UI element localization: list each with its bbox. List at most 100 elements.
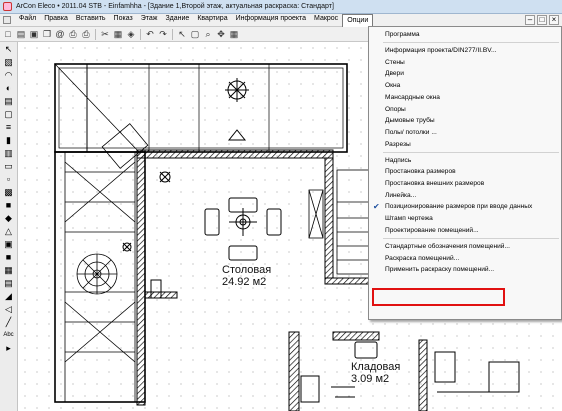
section-tool-icon[interactable]: ▩ (2, 187, 15, 198)
menu-item-label: Стены (385, 58, 405, 66)
open-icon[interactable]: ▤ (15, 28, 27, 40)
room-area: 3.09 м2 (351, 373, 390, 385)
symbol-tool-icon[interactable]: △ (2, 226, 15, 237)
minimize-button[interactable]: – (525, 15, 535, 25)
wall-tool-icon[interactable]: ▧ (2, 57, 15, 68)
grid-icon[interactable]: ▦ (228, 28, 240, 40)
options-menu-item[interactable]: Стандартные обозначения помещений... (369, 241, 561, 253)
menu-item-label: Опоры (385, 105, 406, 113)
pointer-icon[interactable]: ↖ (176, 28, 188, 40)
email-icon[interactable]: @ (54, 28, 66, 40)
document-icon[interactable] (3, 16, 11, 24)
door-tool-icon[interactable]: ◐ (2, 83, 15, 94)
printer-icon[interactable]: ⎙ (80, 28, 92, 40)
undo-icon[interactable]: ↶ (144, 28, 156, 40)
print-icon[interactable]: ⎙ (67, 28, 79, 40)
close-button[interactable]: × (549, 15, 559, 25)
furniture-tool-icon[interactable]: ■ (2, 200, 15, 211)
menu-item-label: Окна (385, 82, 401, 90)
color-tool-icon[interactable]: ■ (2, 252, 15, 263)
menu-item-label: Информация проекта/DIN277/II.BV... (385, 47, 497, 55)
floor-tool-icon[interactable]: ▭ (2, 161, 15, 172)
menu-item[interactable]: Информация проекта (232, 13, 310, 25)
toolbar-separator (95, 28, 96, 40)
options-menu-item[interactable]: Окна (369, 80, 561, 92)
copy-icon[interactable]: ❐ (41, 28, 53, 40)
room-name: Столовая (222, 264, 272, 276)
options-menu-item[interactable]: Мансардные окна (369, 92, 561, 104)
redo-icon[interactable]: ↷ (157, 28, 169, 40)
abc-tool-icon[interactable]: Abc (2, 330, 15, 341)
room-tool-icon[interactable]: ▢ (2, 109, 15, 120)
menu-item[interactable]: Вставить (72, 13, 110, 25)
room-area: 24.92 м2 (222, 276, 267, 288)
options-menu-item[interactable]: Простановка внешних размеров (369, 178, 561, 190)
options-menu-item[interactable]: Штамп чертежа (369, 213, 561, 225)
measure-tool-icon[interactable]: ╱ (2, 317, 15, 328)
select-icon[interactable]: ▢ (189, 28, 201, 40)
left-stair-block (54, 123, 149, 403)
line-tool-icon[interactable]: ◁ (2, 304, 15, 315)
fill-tool-icon[interactable]: ▣ (2, 239, 15, 250)
new-icon[interactable]: □ (2, 28, 14, 40)
pan-icon[interactable]: ✥ (215, 28, 227, 40)
text-tool-icon[interactable]: ▤ (2, 278, 15, 289)
options-dropdown-menu: Программа Информация проекта/DIN277/II.BV… (368, 26, 562, 320)
toolbar-separator (140, 28, 141, 40)
options-menu-item[interactable]: Надпись (369, 155, 561, 167)
menu-item[interactable]: Файл (15, 13, 40, 25)
menu-item-label: Проектирование помещений... (385, 226, 479, 234)
material-tool-icon[interactable]: ▦ (2, 265, 15, 276)
options-menu-item[interactable]: ✔ Позиционирование размеров при вводе дан… (369, 201, 561, 213)
chimney-tool-icon[interactable]: ▥ (2, 148, 15, 159)
menu-item[interactable]: Квартира (193, 13, 231, 25)
zoom-icon[interactable]: ⌕ (202, 28, 214, 40)
toolbar-separator (172, 28, 173, 40)
dining-set (204, 197, 282, 261)
options-menu-item[interactable]: Двери (369, 68, 561, 80)
left-toolbar: ↖ ▧ ◠ ◐ ▤ ▢ ≡ ▮ ▥ ▭ ▫ ▩ ■ ◆ △ ▣ ■ ▦ ▤ ◢ ◁ ╱ Abc ▸ (0, 42, 18, 411)
window-title: ArCon Eleco • 2011.04 STB - Einfamhha - … (16, 3, 334, 10)
object-tool-icon[interactable]: ◆ (2, 213, 15, 224)
menu-item-label: Двери (385, 70, 404, 78)
right-stairs (308, 169, 372, 275)
menu-item-room-coloring[interactable]: Раскраска помещений... (369, 253, 561, 265)
options-menu-item[interactable]: Простановка размеров (369, 166, 561, 178)
paste-icon[interactable]: ▦ (112, 28, 124, 40)
menu-item-label: Программа (385, 31, 420, 38)
group-icon[interactable]: ◈ (125, 28, 137, 40)
cut-icon[interactable]: ✂ (99, 28, 111, 40)
options-menu-item[interactable]: Стены (369, 57, 561, 69)
menu-item-label: Штамп чертежа (385, 215, 433, 223)
settings-tool-icon[interactable]: ▸ (2, 343, 15, 354)
options-menu-item[interactable]: Информация проекта/DIN277/II.BV... (369, 45, 561, 57)
menu-item[interactable]: Здание (161, 13, 193, 25)
restore-button[interactable]: □ (537, 15, 547, 25)
menu-item[interactable]: Этаж (137, 13, 162, 25)
app-icon (3, 2, 12, 11)
support-tool-icon[interactable]: ▮ (2, 135, 15, 146)
stairs-tool-icon[interactable]: ≡ (2, 122, 15, 133)
ceiling-tool-icon[interactable]: ▫ (2, 174, 15, 185)
options-menu-item[interactable]: Разрезы (369, 139, 561, 151)
options-menu-item[interactable]: Дымовые трубы (369, 115, 561, 127)
window-tool-icon[interactable]: ▤ (2, 96, 15, 107)
menu-item-label: Простановка размеров (385, 168, 456, 176)
menu-item-label: Надпись (385, 156, 412, 164)
dimension-tool-icon[interactable]: ◢ (2, 291, 15, 302)
menu-item[interactable]: Показ (110, 13, 137, 25)
options-menu-item[interactable]: Полы/ потолки ... (369, 127, 561, 139)
menu-separator (383, 238, 559, 240)
menu-item[interactable]: Макрос (310, 13, 342, 25)
options-menu-item[interactable]: Применить раскраску помещений... (369, 264, 561, 276)
menu-separator (383, 42, 559, 44)
roof-tool-icon[interactable]: ◠ (2, 70, 15, 81)
save-icon[interactable]: ▣ (28, 28, 40, 40)
pointer-tool-icon[interactable]: ↖ (2, 44, 15, 55)
checkmark-icon: ✔ (373, 202, 380, 212)
options-menu-item[interactable]: Опоры (369, 104, 561, 116)
options-menu-item[interactable]: Линейка... (369, 190, 561, 202)
options-menu-item[interactable]: Программа (369, 29, 561, 41)
options-menu-item[interactable]: Проектирование помещений... (369, 225, 561, 237)
menu-item[interactable]: Правка (40, 13, 72, 25)
